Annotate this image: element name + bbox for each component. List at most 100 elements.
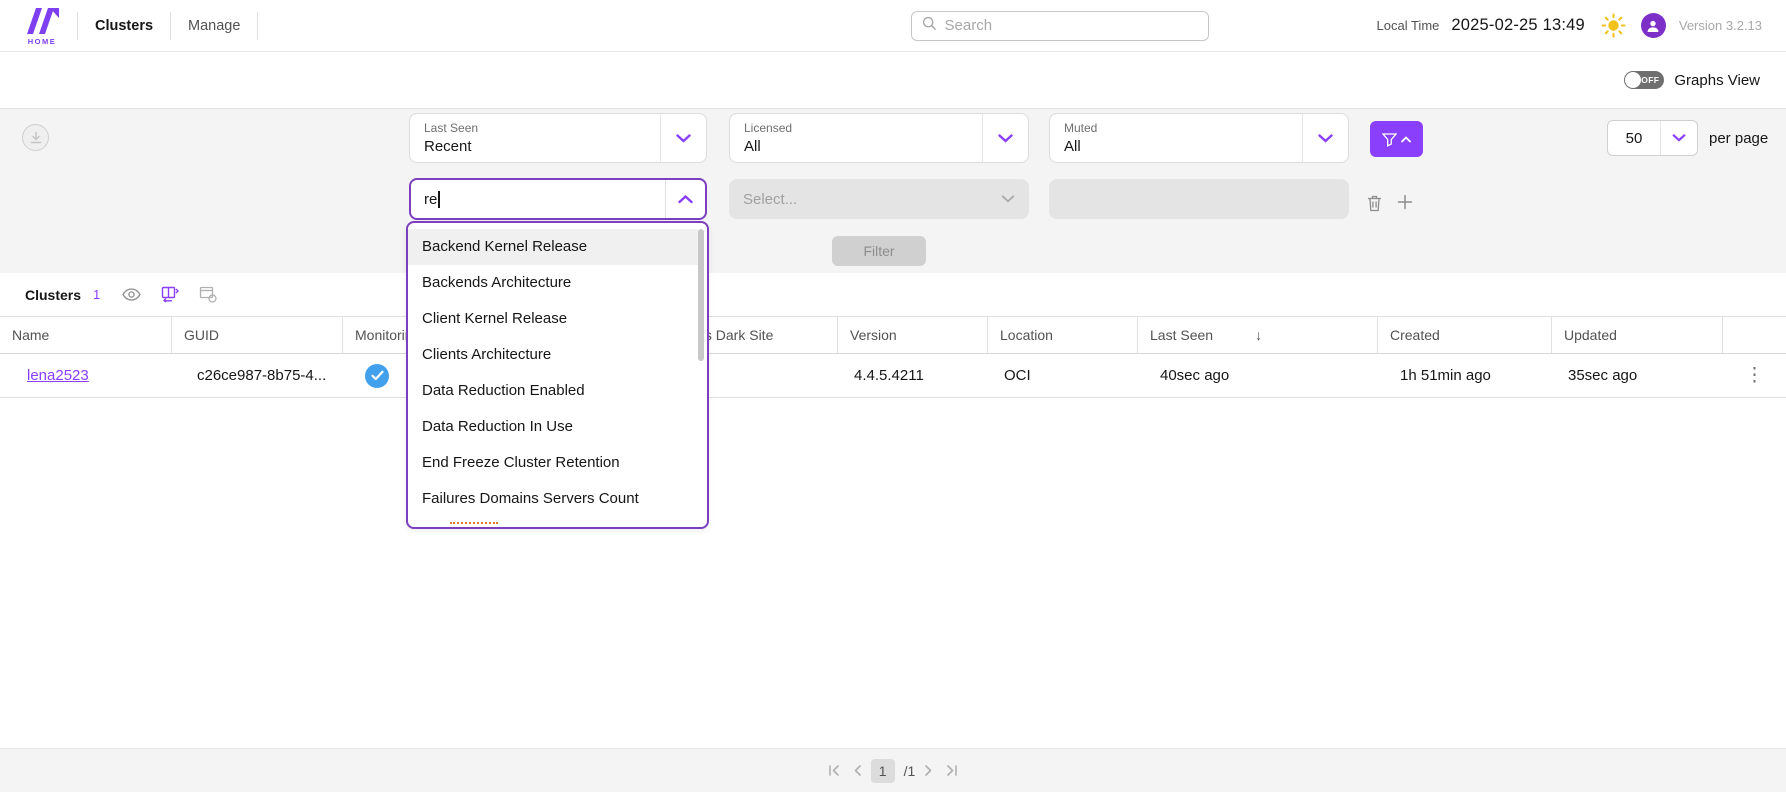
local-time-value: 2025-02-25 13:49 — [1451, 16, 1584, 35]
per-page-label: per page — [1709, 130, 1768, 147]
advanced-filter-button[interactable] — [1370, 121, 1423, 157]
table-header-row: Name GUID Monitoring Is Dark Site Versio… — [0, 316, 1786, 354]
muted-value: All — [1064, 138, 1302, 155]
pagination-bar: 1 /1 — [0, 748, 1786, 792]
text-cursor — [438, 191, 440, 208]
muted-select[interactable]: Muted All — [1049, 113, 1349, 163]
filter-operator-select[interactable]: Select... — [729, 179, 1029, 219]
global-search[interactable] — [911, 11, 1209, 41]
theme-toggle-sun-icon[interactable] — [1601, 13, 1626, 38]
filter-field-value: re — [424, 191, 437, 208]
filter-value-input[interactable] — [1049, 179, 1349, 219]
nav-tab-manage[interactable]: Manage — [186, 18, 242, 34]
cell-is-dark-site — [689, 354, 838, 397]
total-pages: /1 — [904, 763, 916, 779]
divider — [170, 12, 171, 40]
table-row[interactable]: lena2523 c26ce987-8b75-4... 4.4.5.4211 O… — [0, 354, 1786, 398]
column-header-location[interactable]: Location — [988, 317, 1138, 353]
dropdown-option[interactable]: Client Kernel Release — [408, 301, 707, 337]
chevron-down-icon[interactable] — [1660, 121, 1697, 155]
remove-filter-row-button[interactable] — [1364, 193, 1384, 213]
download-icon — [29, 131, 43, 145]
last-seen-header-label: Last Seen — [1150, 327, 1213, 343]
cell-updated: 35sec ago — [1552, 354, 1723, 397]
sort-desc-icon[interactable]: ↓ — [1255, 327, 1262, 343]
top-header: HOME Clusters Manage Local Time 2025-02-… — [0, 0, 1786, 52]
dropdown-option[interactable]: End Freeze Cluster Retention — [408, 445, 707, 481]
table-refresh-icon — [199, 286, 217, 303]
cell-name: lena2523 — [0, 354, 172, 397]
brand-logo-icon — [25, 6, 59, 39]
chevron-down-icon[interactable] — [660, 114, 706, 162]
filter-field-dropdown: Backend Kernel Release Backends Architec… — [406, 221, 709, 529]
column-header-updated[interactable]: Updated — [1552, 317, 1723, 353]
column-header-created[interactable]: Created — [1378, 317, 1552, 353]
operator-placeholder: Select... — [729, 191, 987, 208]
home-logo[interactable]: HOME — [22, 6, 62, 46]
view-toolbar: OFF Graphs View — [0, 52, 1786, 109]
licensed-select-main: Licensed All — [730, 114, 982, 162]
dropdown-option[interactable]: Data Reduction Enabled — [408, 373, 707, 409]
dropdown-option[interactable]: Data Reduction In Use — [408, 409, 707, 445]
divider — [77, 12, 78, 40]
column-settings-button[interactable] — [161, 286, 179, 303]
filter-submit-button[interactable]: Filter — [832, 236, 926, 266]
dropdown-option[interactable]: Backend Kernel Release — [408, 229, 698, 265]
export-download-button[interactable] — [22, 124, 49, 151]
licensed-select[interactable]: Licensed All — [729, 113, 1029, 163]
plus-icon — [1397, 194, 1413, 210]
column-header-is-dark-site[interactable]: Is Dark Site — [689, 317, 838, 353]
last-seen-select-main: Last Seen Recent — [410, 114, 660, 162]
search-icon — [922, 16, 937, 36]
dropdown-option[interactable]: Failures Domains Servers Count — [408, 481, 707, 517]
graphs-view-toggle[interactable]: OFF — [1624, 71, 1664, 89]
dropdown-option[interactable]: Backends Architecture — [408, 265, 707, 301]
column-header-guid[interactable]: GUID — [172, 317, 343, 353]
logo-home-label: HOME — [28, 37, 57, 46]
cluster-name-link[interactable]: lena2523 — [27, 367, 89, 384]
next-page-button[interactable] — [922, 762, 936, 779]
search-input[interactable] — [945, 17, 1198, 34]
prev-page-button[interactable] — [850, 762, 864, 779]
first-page-button[interactable] — [825, 762, 843, 779]
last-seen-select[interactable]: Last Seen Recent — [409, 113, 707, 163]
filter-field-text: re — [411, 180, 665, 218]
person-icon — [1646, 19, 1660, 33]
column-header-name[interactable]: Name — [0, 317, 172, 353]
column-header-version[interactable]: Version — [838, 317, 988, 353]
first-page-icon — [827, 764, 841, 777]
visibility-button[interactable] — [122, 288, 141, 301]
graphs-view-label: Graphs View — [1674, 72, 1760, 89]
column-header-actions — [1723, 317, 1786, 353]
funnel-icon — [1382, 132, 1397, 147]
cell-actions: ⋮ — [1723, 354, 1786, 397]
chevron-up-icon[interactable] — [665, 180, 705, 218]
last-page-button[interactable] — [943, 762, 961, 779]
last-page-icon — [945, 764, 959, 777]
toggle-knob — [1625, 72, 1641, 88]
column-header-last-seen[interactable]: Last Seen ↓ — [1138, 317, 1378, 353]
row-menu-kebab-icon[interactable]: ⋮ — [1745, 364, 1764, 387]
table-layout-button[interactable] — [199, 286, 217, 303]
current-page[interactable]: 1 — [871, 759, 895, 783]
local-time-label: Local Time — [1377, 18, 1440, 33]
dropdown-option[interactable]: Clients Architecture — [408, 337, 707, 373]
user-avatar[interactable] — [1641, 13, 1666, 38]
last-seen-label: Last Seen — [424, 121, 660, 135]
licensed-label: Licensed — [744, 121, 982, 135]
filter-section: Last Seen Recent Licensed All Muted All — [0, 109, 1786, 273]
toggle-state-label: OFF — [1641, 75, 1659, 85]
clusters-page: HOME Clusters Manage Local Time 2025-02-… — [0, 0, 1786, 792]
nav-tab-clusters[interactable]: Clusters — [93, 18, 155, 34]
chevron-down-icon[interactable] — [982, 114, 1028, 162]
chevron-up-icon — [1401, 136, 1411, 143]
chevron-right-icon — [924, 764, 934, 777]
filter-field-input[interactable]: re — [409, 178, 707, 220]
cell-guid: c26ce987-8b75-4... — [172, 354, 343, 397]
dropdown-scrollbar[interactable] — [698, 229, 704, 361]
per-page-select[interactable]: 50 — [1607, 120, 1698, 156]
chevron-down-icon[interactable] — [1302, 114, 1348, 162]
table-row-count: 1 — [93, 287, 100, 302]
add-filter-row-button[interactable] — [1395, 192, 1415, 212]
monitoring-check-icon — [365, 364, 389, 388]
